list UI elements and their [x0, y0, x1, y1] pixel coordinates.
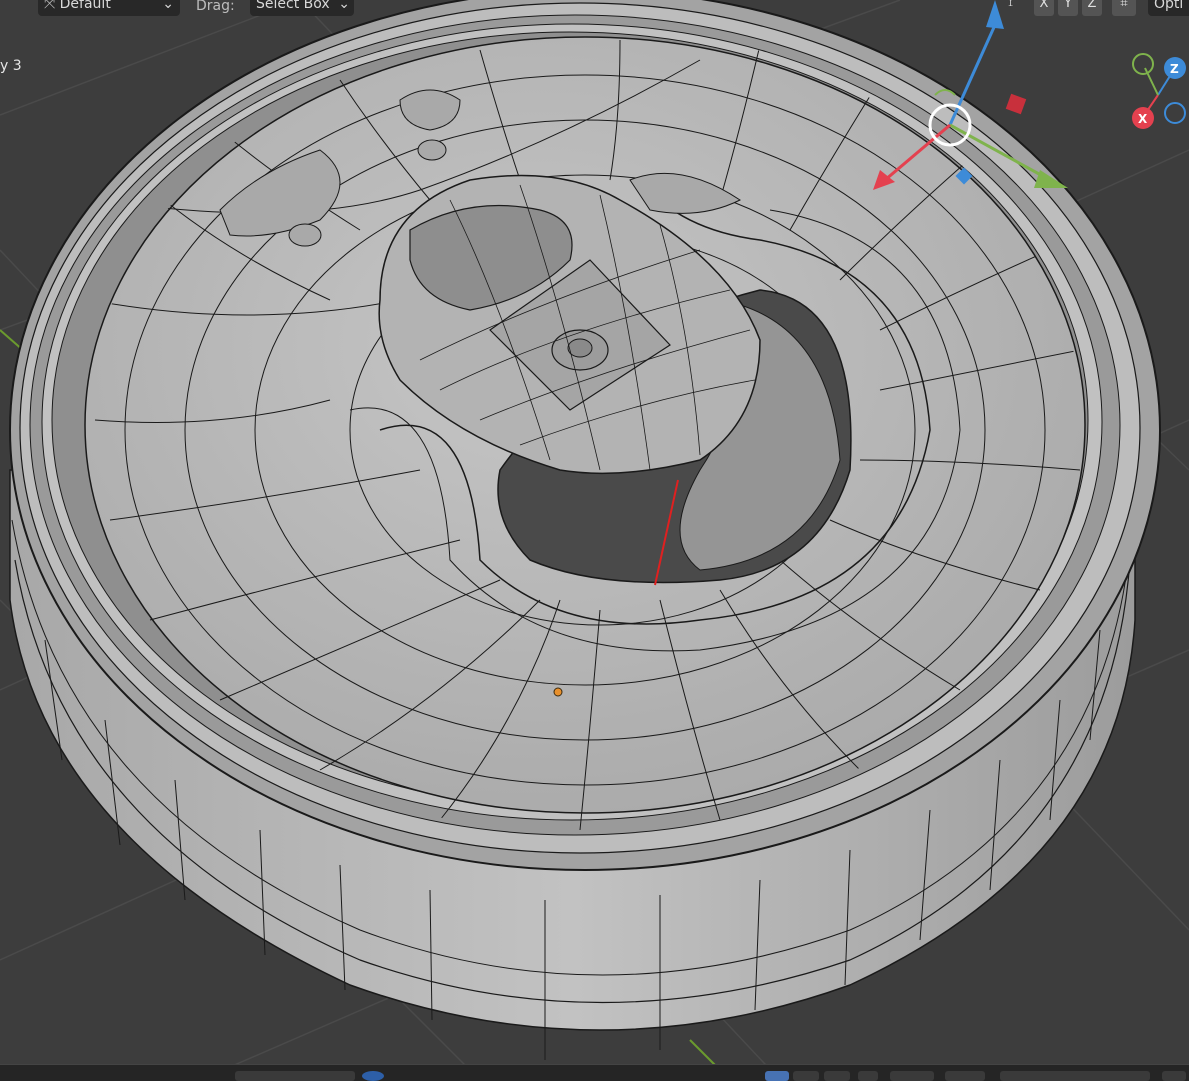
mirror-y-toggle[interactable]: Y [1058, 0, 1078, 16]
options-label: Opti [1154, 0, 1184, 12]
drag-mode-dropdown[interactable]: Select Box ⌄ [250, 0, 354, 16]
transform-orientation-icon: ⤧ [44, 0, 56, 12]
x-axis-label: X [1138, 112, 1148, 126]
navigation-gizmo[interactable]: Z X [1132, 53, 1186, 129]
drag-label: Drag: [196, 0, 235, 14]
mirror-axis-icon[interactable]: ⟟ [1008, 0, 1013, 10]
axis-z-label: Z [1087, 0, 1097, 11]
3d-viewport[interactable]: Z X ⤧ Default ⌄ Drag: Select Box ⌄ ⟟ X Y… [0, 0, 1189, 1081]
bottom-toolbar [0, 1064, 1189, 1081]
options-dropdown[interactable]: Opti [1148, 0, 1189, 16]
chevron-down-icon: ⌄ [338, 0, 350, 12]
axis-y-label: Y [1064, 0, 1072, 11]
y-axis-gizmo-ball[interactable] [1132, 53, 1154, 75]
mirror-z-toggle[interactable]: Z [1082, 0, 1102, 16]
z-axis-label: Z [1170, 62, 1179, 76]
snap-icon[interactable]: ⌗ [1112, 0, 1136, 16]
chevron-down-icon: ⌄ [162, 0, 174, 12]
axis-x-label: X [1039, 0, 1049, 11]
transform-orientation-dropdown[interactable]: ⤧ Default ⌄ [38, 0, 180, 16]
object-info-text: y 3 [0, 58, 22, 74]
drag-mode-value: Select Box [256, 0, 330, 12]
viewport-canvas[interactable]: Z X [0, 0, 1189, 1080]
mirror-x-toggle[interactable]: X [1034, 0, 1054, 16]
object-origin [553, 687, 563, 697]
orientation-label: Default [59, 0, 111, 12]
